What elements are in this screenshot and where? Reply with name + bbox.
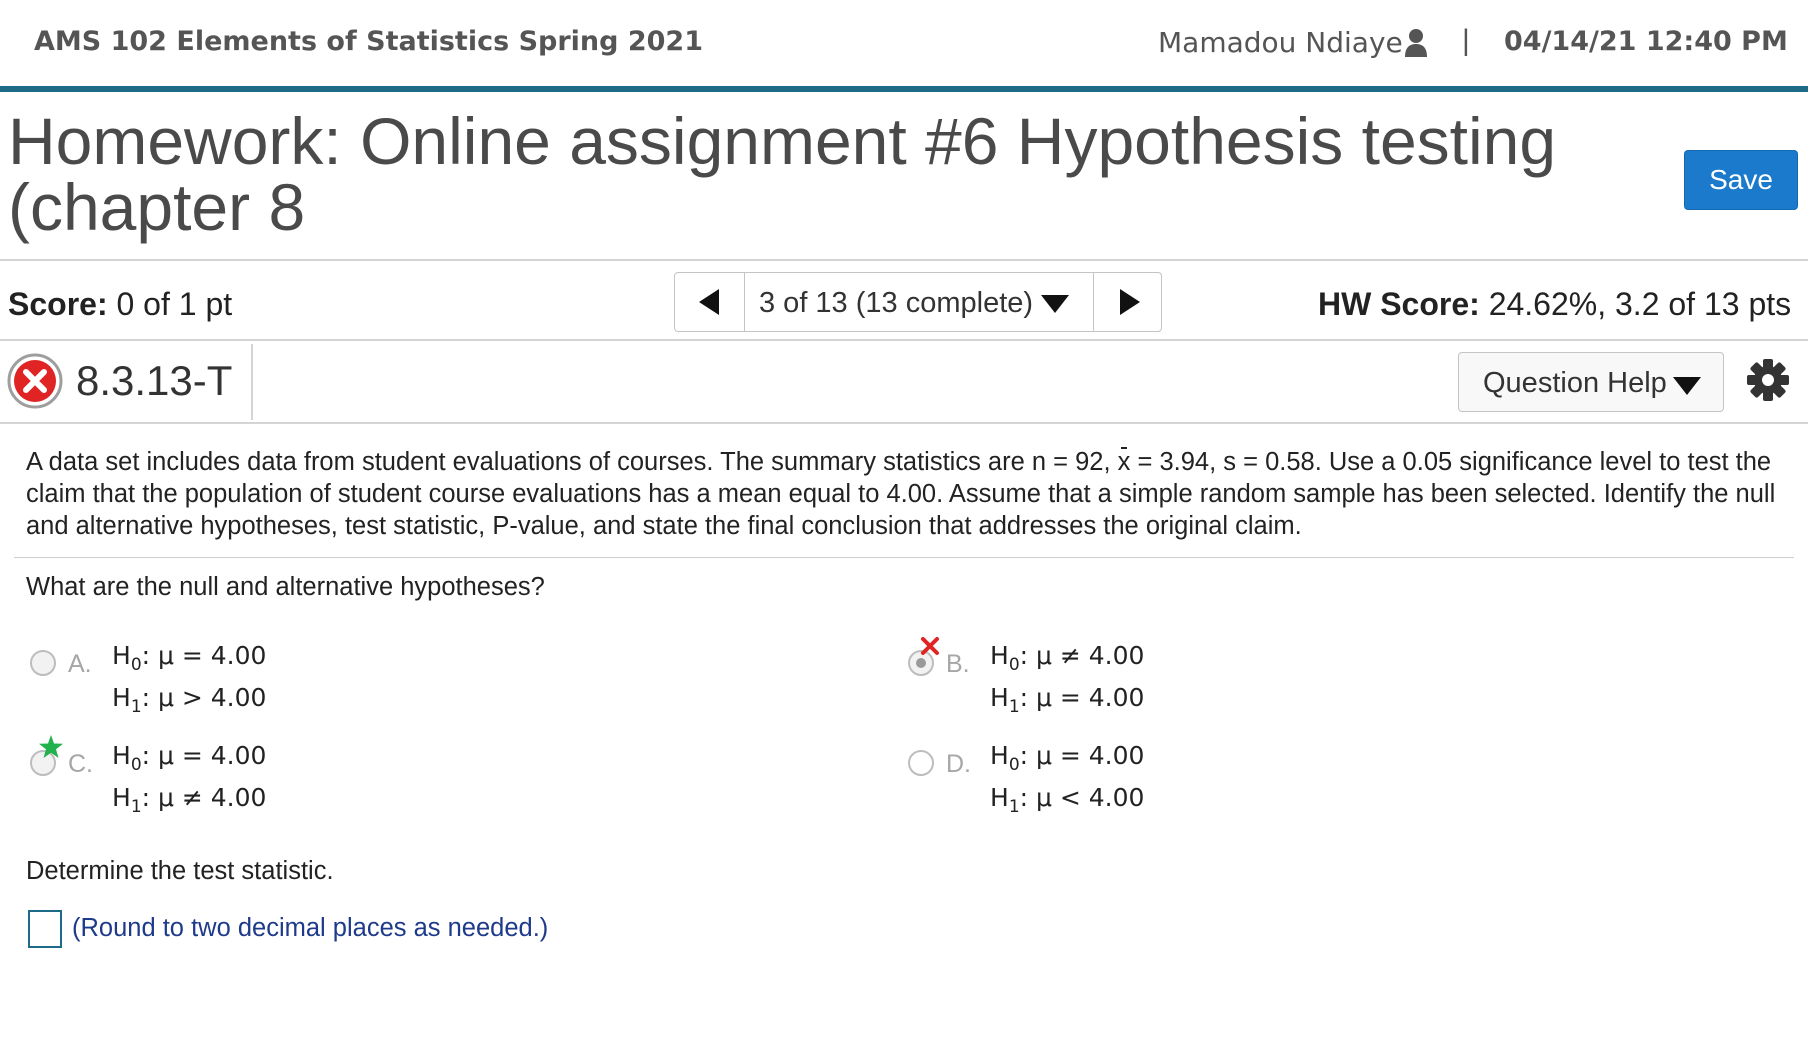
alternative-hypothesis: H1: μ ≠ 4.00 (112, 783, 267, 817)
null-hypothesis-value: μ = 4.00 (1036, 741, 1145, 770)
null-hypothesis: H0: μ ≠ 4.00 (990, 641, 1145, 675)
option-letter: A. (68, 650, 92, 678)
hw-score: HW Score: 24.62%, 3.2 of 13 pts (1318, 286, 1791, 323)
header-separator: | (1462, 24, 1470, 57)
null-hypothesis: H0: μ = 4.00 (112, 641, 267, 675)
page-title: Homework: Online assignment #6 Hypothesi… (8, 104, 1557, 244)
question-help-button[interactable]: Question Help (1458, 352, 1724, 412)
test-statistic-prompt: Determine the test statistic. (26, 857, 334, 885)
option-a[interactable]: A. H0: μ = 4.00 H1: μ > 4.00 (26, 638, 586, 738)
null-hypothesis: H0: μ = 4.00 (112, 741, 267, 775)
null-hypothesis-value: μ = 4.00 (158, 641, 267, 670)
question-id: 8.3.13-T (76, 357, 233, 404)
course-title: AMS 102 Elements of Statistics Spring 20… (34, 26, 704, 57)
score-value: 0 of 1 pt (116, 286, 233, 322)
option-c[interactable]: C. H0: μ = 4.00 H1: μ ≠ 4.00 (26, 735, 586, 838)
problem-statement: A data set includes data from student ev… (26, 446, 1776, 542)
sample-mean-symbol: x (1117, 447, 1131, 476)
divider (251, 344, 253, 420)
alternative-hypothesis-value: μ = 4.00 (1036, 683, 1145, 712)
divider (0, 339, 1808, 341)
top-bar: AMS 102 Elements of Statistics Spring 20… (0, 0, 1808, 92)
hw-score-label: HW Score: (1318, 286, 1480, 322)
rounding-hint: (Round to two decimal places as needed.) (72, 914, 549, 942)
question-help-label: Question Help (1483, 367, 1667, 399)
user-icon[interactable] (1404, 28, 1428, 58)
alternative-hypothesis: H1: μ > 4.00 (112, 683, 267, 717)
alternative-hypothesis: H1: μ < 4.00 (990, 783, 1145, 817)
divider (14, 557, 1794, 558)
next-question-button[interactable] (1093, 273, 1163, 331)
null-hypothesis: H0: μ = 4.00 (990, 741, 1145, 775)
chevron-down-icon (1673, 377, 1701, 395)
question-selector[interactable]: 3 of 13 (13 complete) (759, 287, 1033, 320)
user-name[interactable]: Mamadou Ndiaye (1158, 26, 1403, 59)
gear-icon[interactable] (1746, 358, 1790, 402)
save-button[interactable]: Save (1684, 150, 1798, 210)
date-time: 04/14/21 12:40 PM (1504, 26, 1788, 57)
alternative-hypothesis-value: μ > 4.00 (158, 683, 267, 712)
previous-question-button[interactable] (675, 273, 745, 331)
option-letter: B. (946, 650, 970, 678)
incorrect-status-icon (7, 353, 63, 409)
option-letter: C. (68, 750, 93, 778)
incorrect-mark-icon (921, 637, 939, 655)
question-pager: 3 of 13 (13 complete) (674, 272, 1162, 332)
null-hypothesis-value: μ ≠ 4.00 (1036, 641, 1145, 670)
alternative-hypothesis-value: μ ≠ 4.00 (158, 783, 267, 812)
test-statistic-input[interactable] (28, 910, 62, 948)
alternative-hypothesis: H1: μ = 4.00 (990, 683, 1145, 717)
question-prompt: What are the null and alternative hypoth… (26, 573, 545, 601)
option-letter: D. (946, 750, 971, 778)
correct-answer-star-icon (39, 735, 63, 758)
radio-button[interactable] (908, 750, 934, 776)
score-label: Score: (8, 286, 108, 322)
chevron-down-icon[interactable] (1041, 295, 1069, 313)
divider (0, 422, 1808, 424)
divider (0, 259, 1808, 261)
option-d[interactable]: D. H0: μ = 4.00 H1: μ < 4.00 (904, 738, 1464, 838)
option-b[interactable]: B. H0: μ ≠ 4.00 H1: μ = 4.00 (904, 637, 1464, 738)
problem-text-1: A data set includes data from student ev… (26, 448, 1118, 476)
radio-button[interactable] (30, 650, 56, 676)
alternative-hypothesis-value: μ < 4.00 (1036, 783, 1145, 812)
hw-score-value: 24.62%, 3.2 of 13 pts (1488, 286, 1792, 322)
null-hypothesis-value: μ = 4.00 (158, 741, 267, 770)
question-score: Score: 0 of 1 pt (8, 286, 232, 323)
